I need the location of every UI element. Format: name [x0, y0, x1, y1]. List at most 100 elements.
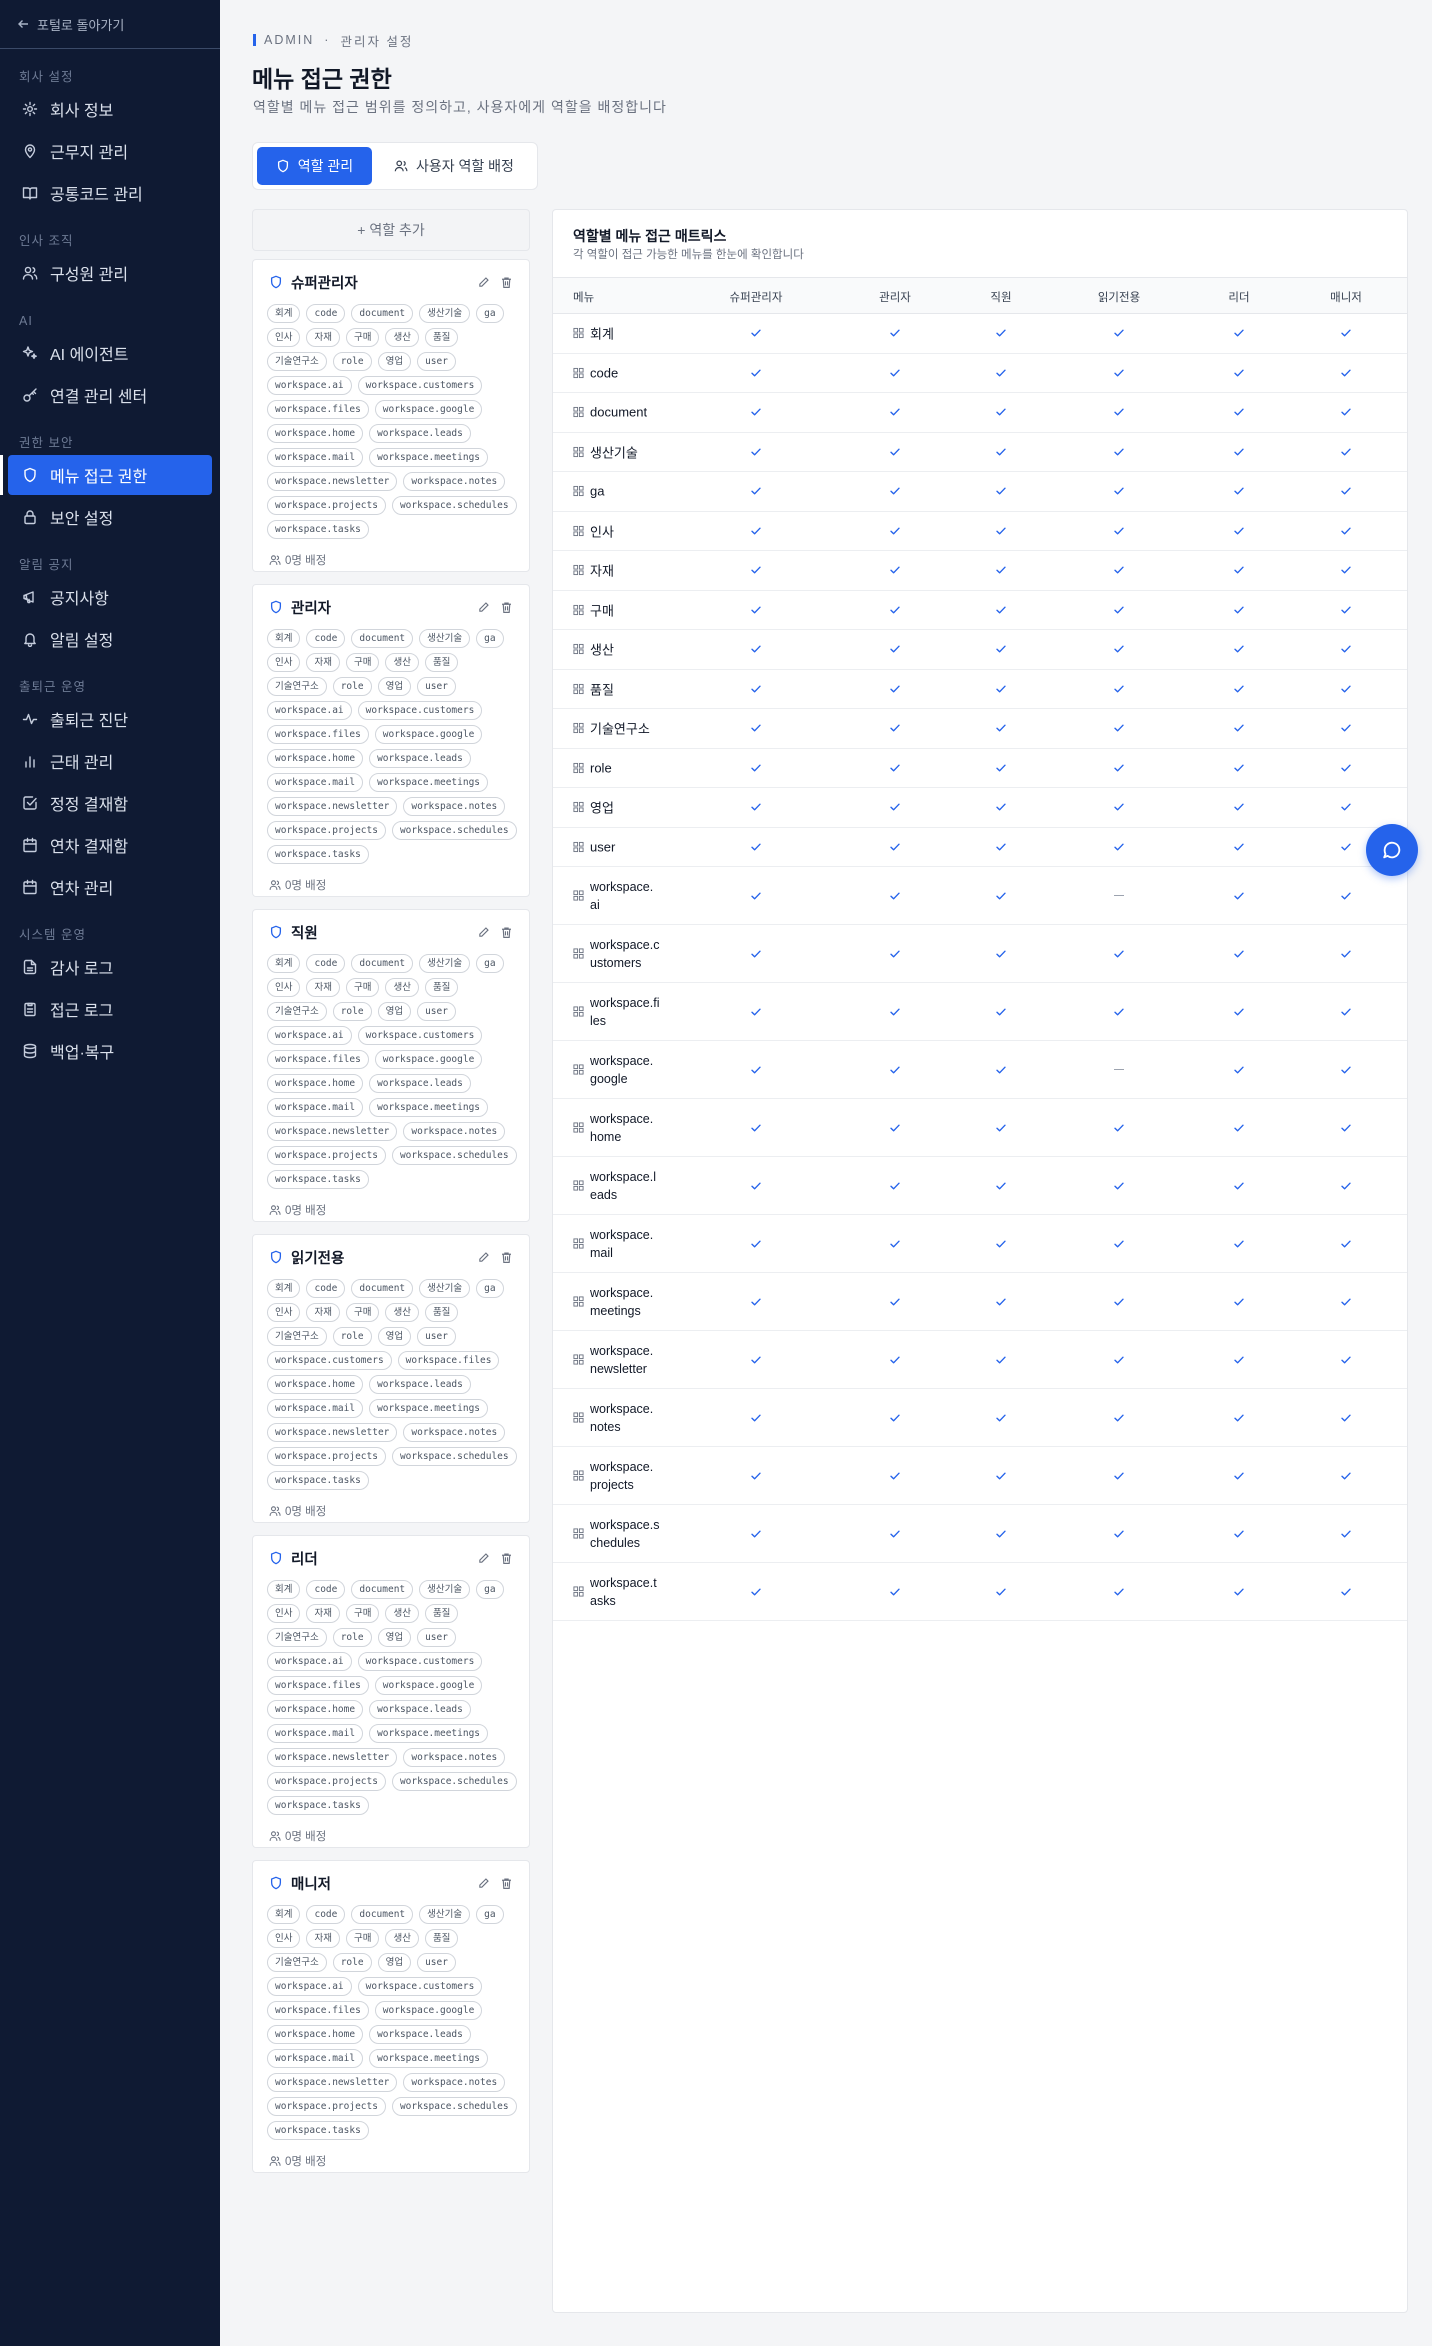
check-icon: [890, 1414, 900, 1421]
menu-grid-icon: [573, 1122, 584, 1133]
delete-icon[interactable]: [500, 1877, 513, 1890]
access-check-cell: [1112, 405, 1126, 419]
sidebar-item-0-1[interactable]: 근무지 관리: [8, 131, 212, 171]
sidebar-item-3-1[interactable]: 보안 설정: [8, 497, 212, 537]
sidebar-item-1-0[interactable]: 구성원 관리: [8, 253, 212, 293]
edit-icon[interactable]: [477, 926, 490, 939]
check-icon: [1234, 1530, 1244, 1537]
check-icon: [1114, 408, 1124, 416]
sidebar-section-title: 출퇴근 운영: [19, 680, 86, 694]
role-card[interactable]: 관리자 회계 code document 생산기술 ga 인사 자재 구매 생산 품질 기술연구소 ro…: [252, 584, 530, 897]
tab-role-management[interactable]: 역할 관리: [257, 147, 372, 185]
check-icon: [1341, 803, 1351, 811]
menu-chip: workspace.google: [374, 725, 483, 744]
sidebar-item-6-0[interactable]: 감사 로그: [8, 947, 212, 987]
menu-chip: workspace.notes: [403, 2073, 506, 2092]
matrix-menu-name: 기술연구소: [590, 721, 650, 737]
check-icon: [1341, 329, 1351, 337]
role-menu-chips: 회계 code document 생산기술 ga 인사 자재 구매 생산 품질 기술연구소 role 영…: [253, 1279, 531, 1490]
sidebar-item-2-1[interactable]: 연결 관리 센터: [8, 375, 212, 415]
menu-chip: 생산기술: [419, 1279, 471, 1298]
check-icon: [890, 527, 900, 535]
sidebar-item-4-0[interactable]: 공지사항: [8, 577, 212, 617]
menu-grid-icon: [573, 446, 584, 457]
assigned-label: 0명 배정: [285, 555, 327, 567]
sidebar-item-3-0[interactable]: 메뉴 접근 권한: [0, 455, 212, 495]
menu-grid-icon: [573, 1064, 584, 1075]
edit-icon[interactable]: [477, 1877, 490, 1890]
check-icon: [1114, 487, 1124, 495]
delete-icon[interactable]: [500, 601, 513, 614]
menu-chip: workspace.customers: [357, 1026, 483, 1045]
check-icon: [1234, 408, 1244, 416]
sidebar-item-6-2[interactable]: 백업·복구: [8, 1031, 212, 1071]
sidebar-item-5-2[interactable]: 정정 결재함: [8, 783, 212, 823]
delete-icon[interactable]: [500, 926, 513, 939]
menu-grid-icon: [573, 1412, 584, 1423]
sidebar-item-5-4[interactable]: 연차 관리: [8, 867, 212, 907]
sidebar-item-5-0[interactable]: 출퇴근 진단: [8, 699, 212, 739]
check-icon: [890, 1298, 900, 1305]
check-icon: [1114, 329, 1124, 337]
access-check-cell: [888, 1353, 902, 1367]
sidebar-item-4-1[interactable]: 알림 설정: [8, 619, 212, 659]
access-check-cell: [1232, 445, 1246, 459]
sidebar-item-0-0[interactable]: 회사 정보: [8, 89, 212, 129]
sidebar-item-5-3[interactable]: 연차 결재함: [8, 825, 212, 865]
access-check-cell: [888, 524, 902, 538]
check-icon: [1114, 606, 1124, 614]
check-icon: [890, 329, 900, 337]
delete-icon[interactable]: [500, 276, 513, 289]
role-card[interactable]: 직원 회계 code document 생산기술 ga 인사 자재 구매 생산 품질 기술연구소 rol…: [252, 909, 530, 1222]
edit-icon[interactable]: [477, 1251, 490, 1264]
matrix-row: workspace.home: [553, 1099, 1407, 1157]
edit-icon[interactable]: [477, 601, 490, 614]
check-icon: [1234, 803, 1244, 811]
edit-icon[interactable]: [477, 276, 490, 289]
access-check-cell: [888, 1469, 902, 1483]
access-check-cell: [1339, 947, 1353, 961]
menu-grid-icon: [573, 565, 584, 576]
sidebar-item-0-2[interactable]: 공통코드 관리: [8, 173, 212, 213]
check-icon: [1234, 369, 1244, 377]
access-check-cell: [1339, 445, 1353, 459]
tab-user-role-assign[interactable]: 사용자 역할 배정: [378, 147, 530, 185]
access-check-cell: [888, 840, 902, 854]
menu-chip: workspace.google: [374, 2001, 483, 2020]
role-card[interactable]: 매니저 회계 code document 생산기술 ga 인사 자재 구매 생산 품질 기술연구소 ro…: [252, 1860, 530, 2173]
role-card[interactable]: 리더 회계 code document 생산기술 ga 인사 자재 구매 생산 품질 기술연구소 rol…: [252, 1535, 530, 1848]
menu-grid-icon: [573, 1238, 584, 1249]
calendar-icon: [23, 879, 37, 895]
sidebar-item-label: 알림 설정: [50, 633, 114, 650]
back-to-portal-link[interactable]: 포털로 돌아가기: [0, 0, 220, 49]
check-icon: [890, 685, 900, 693]
edit-icon[interactable]: [477, 1552, 490, 1565]
dash-icon: [1114, 894, 1124, 897]
matrix-menu-cell: workspace.google: [573, 1052, 660, 1088]
check-icon: [1114, 724, 1124, 732]
sidebar-item-5-1[interactable]: 근태 관리: [8, 741, 212, 781]
chat-fab-button[interactable]: [1366, 824, 1418, 876]
add-role-button[interactable]: + 역할 추가: [252, 209, 530, 251]
delete-icon[interactable]: [500, 1251, 513, 1264]
check-icon: [1234, 685, 1244, 693]
check-icon: [996, 1066, 1006, 1073]
menu-chip: 구매: [345, 978, 380, 997]
access-check-cell: [749, 1237, 763, 1251]
delete-icon[interactable]: [500, 1552, 513, 1565]
check-icon: [751, 803, 761, 811]
menu-chip: 회계: [267, 304, 301, 323]
menu-chip: 구매: [345, 1929, 380, 1948]
role-card[interactable]: 읽기전용 회계 code document 생산기술 ga 인사 자재 구매 생산 품질 기술연구소 r…: [252, 1234, 530, 1523]
check-icon: [890, 566, 900, 574]
access-check-cell: [994, 889, 1008, 903]
shield-icon: [270, 925, 282, 939]
role-card-header: 관리자: [253, 585, 529, 629]
megaphone-icon: [23, 591, 34, 604]
menu-chip: workspace.newsletter: [267, 1748, 398, 1767]
sidebar-item-6-1[interactable]: 접근 로그: [8, 989, 212, 1029]
sidebar-item-2-0[interactable]: AI 에이전트: [8, 333, 212, 373]
sidebar-item-label: 회사 정보: [50, 103, 114, 120]
access-check-cell: [749, 524, 763, 538]
role-card[interactable]: 슈퍼관리자 회계 code document 생산기술 ga 인사 자재 구매 생산 품질 기술연구소…: [252, 259, 530, 572]
